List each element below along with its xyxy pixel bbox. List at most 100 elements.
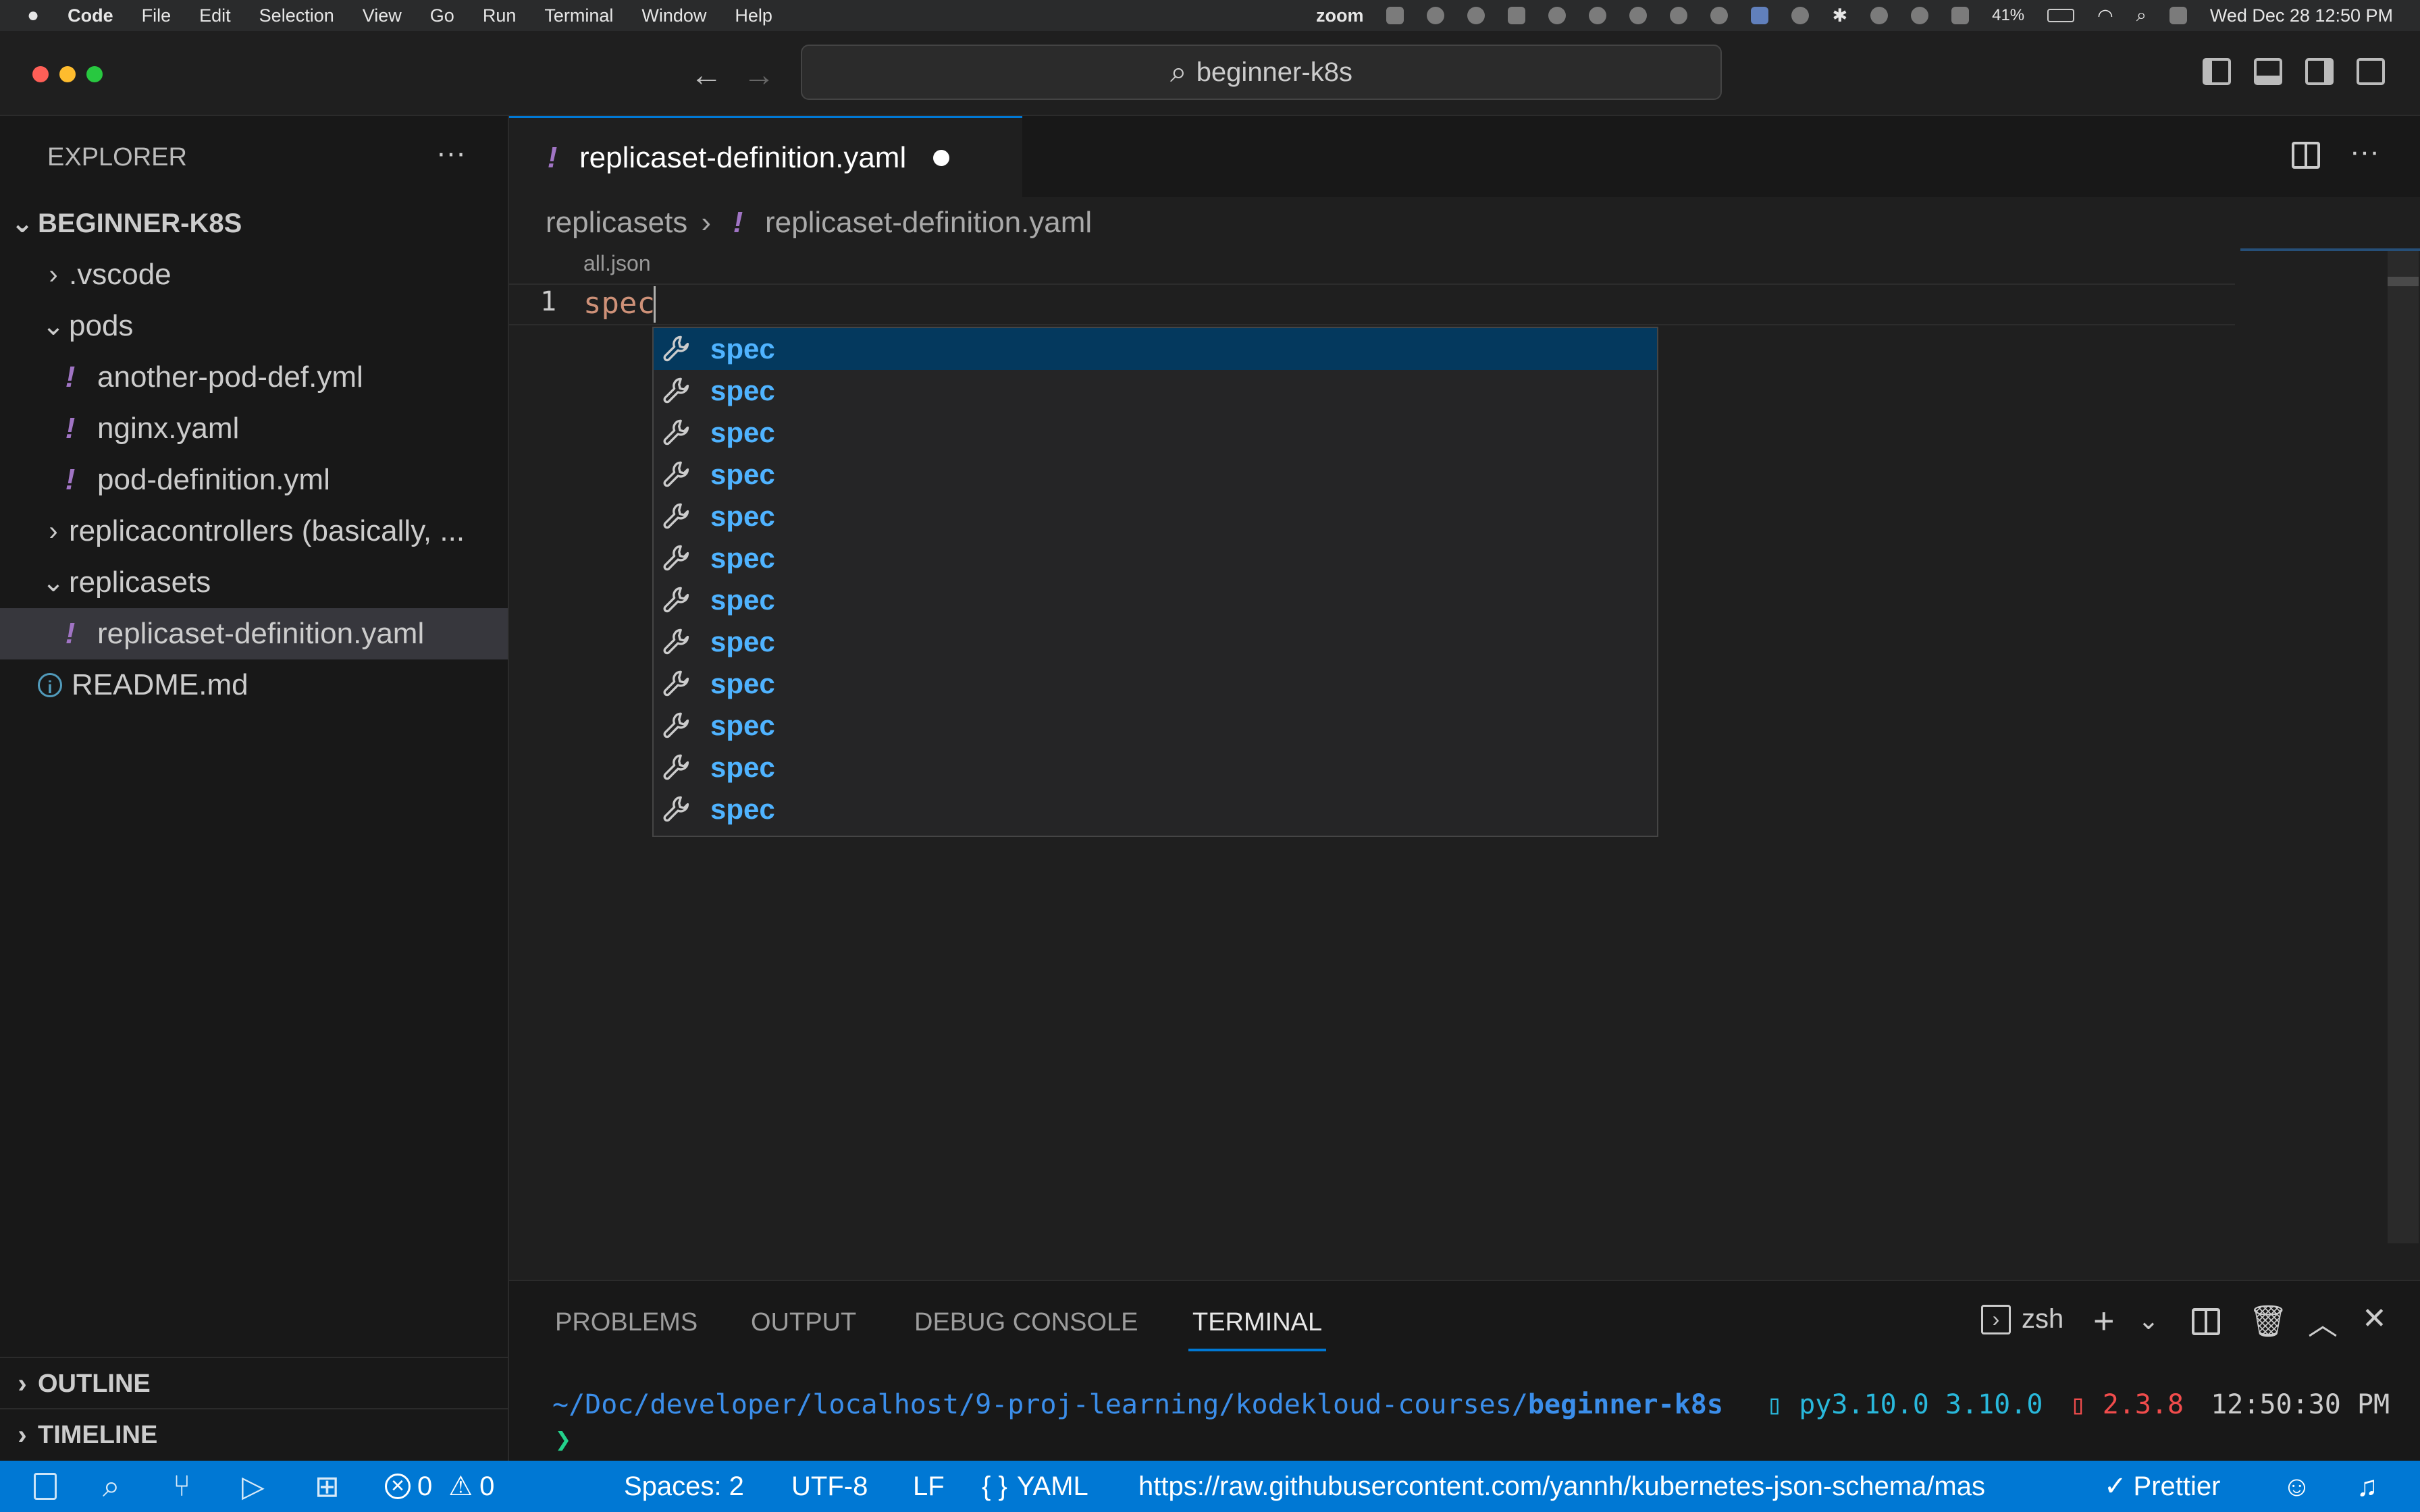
menu-app-name[interactable]: Code xyxy=(68,5,113,26)
forward-arrow-icon[interactable]: → xyxy=(743,57,775,94)
suggestion-item[interactable]: spec xyxy=(654,412,1657,454)
feedback-icon[interactable]: ☺ xyxy=(2282,1461,2311,1512)
tab-debug-console[interactable]: DEBUG CONSOLE xyxy=(914,1308,1138,1337)
extensions-icon[interactable]: ⊞ xyxy=(315,1461,340,1512)
tree-item-replicaset-definition[interactable]: ! replicaset-definition.yaml xyxy=(0,608,508,659)
search-activity-icon[interactable]: ⌕ xyxy=(103,1461,120,1512)
play-icon[interactable] xyxy=(1911,7,1929,24)
terminal-shell-selector[interactable]: › zsh xyxy=(1981,1304,2063,1334)
scrollbar-thumb[interactable] xyxy=(2388,277,2419,286)
send-icon[interactable] xyxy=(1751,7,1769,24)
suggestion-item[interactable]: spec xyxy=(654,495,1657,537)
tree-item-nginx[interactable]: ! nginx.yaml xyxy=(0,403,508,454)
suggestion-item[interactable]: spec xyxy=(654,370,1657,412)
close-panel-icon[interactable]: ✕ xyxy=(2362,1301,2387,1336)
headphones-icon[interactable] xyxy=(1870,7,1889,24)
indentation-status[interactable]: Spaces: 2 xyxy=(624,1461,744,1512)
terminal-prompt-caret[interactable]: ❯ xyxy=(555,1424,571,1455)
terminal-prompt-line[interactable]: ~/Doc/developer/localhost/9-proj-learnin… xyxy=(552,1389,2390,1420)
tree-item-readme[interactable]: i README.md xyxy=(0,659,508,711)
maximize-panel-icon[interactable]: ︿ xyxy=(2308,1300,2338,1343)
eol-status[interactable]: LF xyxy=(913,1461,945,1512)
window-minimize-button[interactable] xyxy=(59,66,76,82)
menu-edit[interactable]: Edit xyxy=(199,5,231,26)
back-arrow-icon[interactable]: ← xyxy=(690,57,722,94)
code-line[interactable]: spec xyxy=(583,286,655,321)
notifications-bell-icon[interactable]: ♫ xyxy=(2357,1461,2378,1512)
menu-file[interactable]: File xyxy=(142,5,172,26)
suggestion-item[interactable]: spec xyxy=(654,663,1657,705)
menu-view[interactable]: View xyxy=(363,5,402,26)
editor-scrollbar[interactable] xyxy=(2388,251,2419,1243)
apple-menu-icon[interactable]: ● xyxy=(27,4,39,27)
tree-item-vscode[interactable]: › .vscode xyxy=(0,249,508,300)
display-icon[interactable] xyxy=(1508,7,1526,24)
eye-icon[interactable] xyxy=(1710,7,1729,24)
bluetooth-icon[interactable]: ✱ xyxy=(1832,5,1847,26)
menu-terminal[interactable]: Terminal xyxy=(544,5,613,26)
wifi-icon[interactable]: ◠ xyxy=(2097,5,2113,26)
command-center-search[interactable]: ⌕ beginner-k8s xyxy=(801,45,1722,100)
breadcrumb-file[interactable]: replicaset-definition.yaml xyxy=(765,206,1092,240)
window-zoom-button[interactable] xyxy=(86,66,103,82)
language-mode-status[interactable]: { } YAML xyxy=(982,1461,1088,1512)
suggestion-item[interactable]: spec xyxy=(654,328,1657,370)
toggle-primary-sidebar-icon[interactable] xyxy=(2203,58,2231,85)
keyboard-icon[interactable] xyxy=(1951,7,1970,24)
menu-selection[interactable]: Selection xyxy=(259,5,334,26)
tab-output[interactable]: OUTPUT xyxy=(751,1308,856,1337)
schema-codelens[interactable]: all.json xyxy=(583,251,651,276)
unsaved-dot-icon[interactable] xyxy=(933,149,950,166)
suggestion-item[interactable]: spec xyxy=(654,788,1657,830)
menu-run[interactable]: Run xyxy=(483,5,517,26)
explorer-root-folder[interactable]: ⌄ BEGINNER-K8S xyxy=(0,198,508,249)
spotlight-icon[interactable]: ⌕ xyxy=(2136,5,2147,26)
tab-terminal[interactable]: TERMINAL xyxy=(1192,1308,1322,1337)
tree-item-pods[interactable]: ⌄ pods xyxy=(0,300,508,352)
suggestion-item[interactable]: spec xyxy=(654,454,1657,495)
menu-help[interactable]: Help xyxy=(735,5,772,26)
prettier-status[interactable]: ✓ Prettier xyxy=(2104,1461,2220,1512)
json-schema-status[interactable]: https://raw.githubusercontent.com/yannh/… xyxy=(1138,1461,1985,1512)
toggle-secondary-sidebar-icon[interactable] xyxy=(2305,58,2334,85)
menu-go[interactable]: Go xyxy=(430,5,454,26)
encoding-status[interactable]: UTF-8 xyxy=(791,1461,868,1512)
timeline-section-header[interactable]: › TIMELINE xyxy=(0,1409,508,1461)
tree-item-replicacontrollers[interactable]: › replicacontrollers (basically, ... xyxy=(0,506,508,557)
run-debug-icon[interactable]: ▷ xyxy=(242,1461,265,1512)
suggestion-item[interactable]: spec xyxy=(654,747,1657,788)
suggestion-item[interactable]: spec xyxy=(654,537,1657,579)
suggestion-item[interactable]: spec xyxy=(654,705,1657,747)
terminal-dropdown-icon[interactable]: ⌄ xyxy=(2138,1305,2159,1336)
outline-section-header[interactable]: › OUTLINE xyxy=(0,1358,508,1409)
chat-icon[interactable] xyxy=(1670,7,1688,24)
explorer-activity-icon[interactable] xyxy=(34,1461,57,1512)
problems-status[interactable]: ✕ 0 ⚠ 0 xyxy=(385,1461,494,1512)
zoom-status-item[interactable]: zoom xyxy=(1316,5,1364,26)
tool-icon[interactable] xyxy=(1589,7,1607,24)
window-close-button[interactable] xyxy=(32,66,49,82)
split-editor-icon[interactable] xyxy=(2292,142,2320,169)
tree-item-another-pod-def[interactable]: ! another-pod-def.yml xyxy=(0,352,508,403)
editor-more-actions-icon[interactable]: ··· xyxy=(2350,135,2379,169)
control-center-icon[interactable] xyxy=(2169,7,2187,24)
source-control-icon[interactable]: ⑂ xyxy=(173,1461,190,1512)
edge-icon[interactable] xyxy=(1629,7,1648,24)
dots-icon[interactable] xyxy=(1791,7,1810,24)
battery-icon[interactable] xyxy=(2047,9,2075,22)
toggle-panel-icon[interactable] xyxy=(2254,58,2282,85)
dropbox-icon[interactable] xyxy=(1386,7,1404,24)
arc-icon[interactable] xyxy=(1427,7,1445,24)
menu-datetime[interactable]: Wed Dec 28 12:50 PM xyxy=(2210,5,2393,26)
tree-item-pod-definition[interactable]: ! pod-definition.yml xyxy=(0,454,508,506)
customize-layout-icon[interactable] xyxy=(2357,58,2385,85)
tab-replicaset-definition[interactable]: ! replicaset-definition.yaml xyxy=(509,116,1022,197)
kill-terminal-icon[interactable]: 🗑 xyxy=(2248,1303,2288,1340)
suggestion-item[interactable]: spec xyxy=(654,579,1657,621)
onepassword-icon[interactable] xyxy=(1548,7,1567,24)
explorer-more-actions-icon[interactable]: ··· xyxy=(436,136,466,170)
split-terminal-icon[interactable] xyxy=(2192,1308,2220,1335)
suggestion-item[interactable]: spec xyxy=(654,621,1657,663)
new-terminal-icon[interactable]: + xyxy=(2093,1300,2115,1342)
menu-window[interactable]: Window xyxy=(641,5,706,26)
